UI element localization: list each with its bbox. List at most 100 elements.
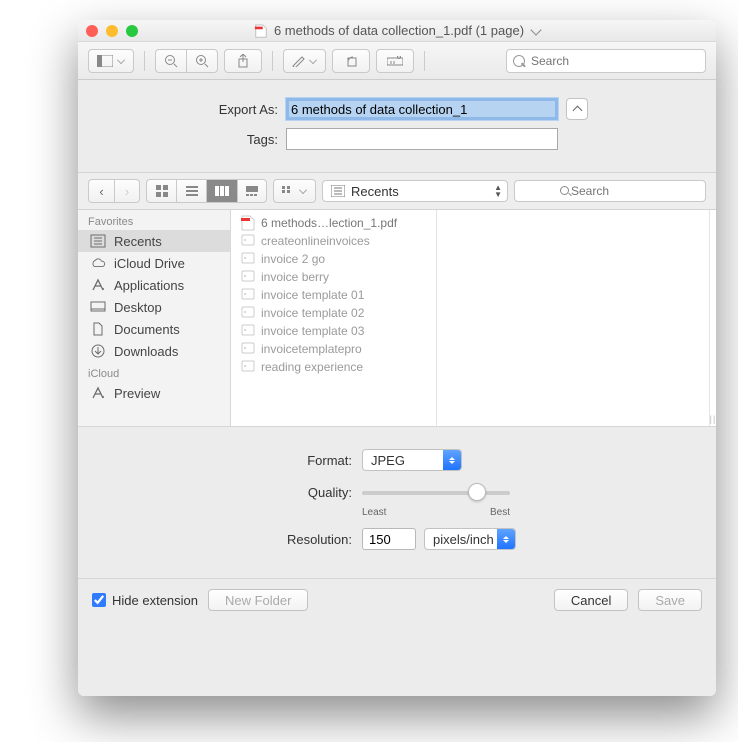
folder-icon — [241, 305, 255, 321]
file-row[interactable]: invoice template 02 — [231, 304, 436, 322]
app-icon — [90, 277, 106, 293]
hide-extension-input[interactable] — [92, 593, 106, 607]
search-icon — [560, 186, 569, 195]
export-as-input[interactable] — [286, 98, 558, 120]
app-icon — [90, 385, 106, 401]
sidebar-item-label: Downloads — [114, 344, 178, 359]
sidebar-item-preview[interactable]: Preview — [78, 382, 230, 404]
list-view-button[interactable] — [176, 179, 206, 203]
group-by-button[interactable] — [273, 179, 316, 203]
tags-label: Tags: — [78, 132, 286, 147]
sidebar-toggle-button[interactable] — [88, 49, 134, 73]
file-browser: FavoritesRecentsiCloud DriveApplications… — [78, 210, 716, 426]
file-name: invoicetemplatepro — [261, 342, 362, 356]
sidebar-item-label: Recents — [114, 234, 162, 249]
download-icon — [90, 343, 106, 359]
resolution-input[interactable] — [362, 528, 416, 550]
folder-icon — [241, 287, 255, 303]
file-row[interactable]: invoice 2 go — [231, 250, 436, 268]
slider-thumb[interactable] — [468, 483, 486, 501]
sidebar-item-label: iCloud Drive — [114, 256, 185, 271]
file-row[interactable]: invoice template 01 — [231, 286, 436, 304]
app-toolbar — [78, 42, 716, 80]
file-name: createonlineinvoices — [261, 234, 370, 248]
format-value: JPEG — [371, 453, 405, 468]
column-view-button[interactable] — [206, 179, 237, 203]
folder-icon — [241, 323, 255, 339]
file-row[interactable]: invoicetemplatepro — [231, 340, 436, 358]
file-row[interactable]: invoice berry — [231, 268, 436, 286]
fullscreen-window-button[interactable] — [126, 25, 138, 37]
back-button[interactable]: ‹ — [88, 179, 114, 203]
window-title[interactable]: 6 methods of data collection_1.pdf (1 pa… — [78, 23, 716, 38]
gallery-view-button[interactable] — [237, 179, 267, 203]
hide-extension-checkbox[interactable]: Hide extension — [92, 593, 198, 608]
recents-icon — [90, 233, 106, 249]
collapse-toggle-button[interactable] — [566, 98, 588, 120]
format-popup[interactable]: JPEG — [362, 449, 462, 471]
folder-icon — [241, 251, 255, 267]
sidebar-item-documents[interactable]: Documents — [78, 318, 230, 340]
bottom-bar: Hide extension New Folder Cancel Save — [78, 578, 716, 621]
cancel-button[interactable]: Cancel — [554, 589, 628, 611]
file-row[interactable]: reading experience — [231, 358, 436, 376]
hide-extension-label: Hide extension — [112, 593, 198, 608]
pdf-icon — [241, 215, 255, 231]
file-row[interactable]: 6 methods…lection_1.pdf — [231, 214, 436, 232]
export-options: Format: JPEG Quality: Least Best Resolut… — [78, 426, 716, 578]
titlebar: 6 methods of data collection_1.pdf (1 pa… — [78, 20, 716, 42]
sidebar-item-label: Applications — [114, 278, 184, 293]
sidebar-item-label: Desktop — [114, 300, 162, 315]
format-label: Format: — [78, 453, 362, 468]
file-name: invoice 2 go — [261, 252, 325, 266]
sidebar: FavoritesRecentsiCloud DriveApplications… — [78, 210, 231, 426]
column-resize-handle[interactable]: || — [710, 210, 716, 426]
icon-view-button[interactable] — [146, 179, 176, 203]
file-name: invoice template 03 — [261, 324, 364, 338]
browser-search[interactable] — [514, 180, 706, 202]
new-folder-button[interactable]: New Folder — [208, 589, 308, 611]
zoom-in-button[interactable] — [186, 49, 218, 73]
minimize-window-button[interactable] — [106, 25, 118, 37]
file-name: invoice template 01 — [261, 288, 364, 302]
export-as-label: Export As: — [78, 102, 286, 117]
markup-toolbar-button[interactable] — [376, 49, 414, 73]
file-name: invoice berry — [261, 270, 329, 284]
zoom-out-button[interactable] — [155, 49, 186, 73]
toolbar-search[interactable] — [506, 49, 706, 73]
quality-least-label: Least — [362, 507, 386, 518]
pdf-icon — [254, 24, 268, 38]
resolution-units-popup[interactable]: pixels/inch — [424, 528, 516, 550]
sidebar-item-label: Documents — [114, 322, 180, 337]
chevron-down-icon — [530, 24, 541, 35]
resolution-units-value: pixels/inch — [433, 532, 494, 547]
sidebar-item-applications[interactable]: Applications — [78, 274, 230, 296]
file-browser-toolbar: ‹ › Recents ▲▼ — [78, 172, 716, 210]
file-column-empty — [437, 210, 710, 426]
sidebar-item-label: Preview — [114, 386, 160, 401]
quality-slider[interactable] — [362, 481, 510, 503]
sidebar-item-icloud-drive[interactable]: iCloud Drive — [78, 252, 230, 274]
close-window-button[interactable] — [86, 25, 98, 37]
location-popup[interactable]: Recents ▲▼ — [322, 180, 508, 202]
file-name: reading experience — [261, 360, 363, 374]
file-column: 6 methods…lection_1.pdf createonlineinvoi… — [231, 210, 437, 426]
file-name: invoice template 02 — [261, 306, 364, 320]
sidebar-item-desktop[interactable]: Desktop — [78, 296, 230, 318]
toolbar-search-input[interactable] — [506, 49, 706, 73]
forward-button[interactable]: › — [114, 179, 140, 203]
sidebar-item-recents[interactable]: Recents — [78, 230, 230, 252]
export-sheet: Export As: Tags: ‹ › — [78, 80, 716, 696]
sidebar-section-header: iCloud — [78, 362, 230, 382]
file-name: 6 methods…lection_1.pdf — [261, 216, 397, 230]
markup-button[interactable] — [283, 49, 326, 73]
file-row[interactable]: createonlineinvoices — [231, 232, 436, 250]
folder-icon — [241, 341, 255, 357]
share-button[interactable] — [224, 49, 262, 73]
sidebar-item-downloads[interactable]: Downloads — [78, 340, 230, 362]
browser-search-input[interactable] — [514, 180, 706, 202]
file-row[interactable]: invoice template 03 — [231, 322, 436, 340]
rotate-button[interactable] — [332, 49, 370, 73]
save-button[interactable]: Save — [638, 589, 702, 611]
tags-input[interactable] — [286, 128, 558, 150]
